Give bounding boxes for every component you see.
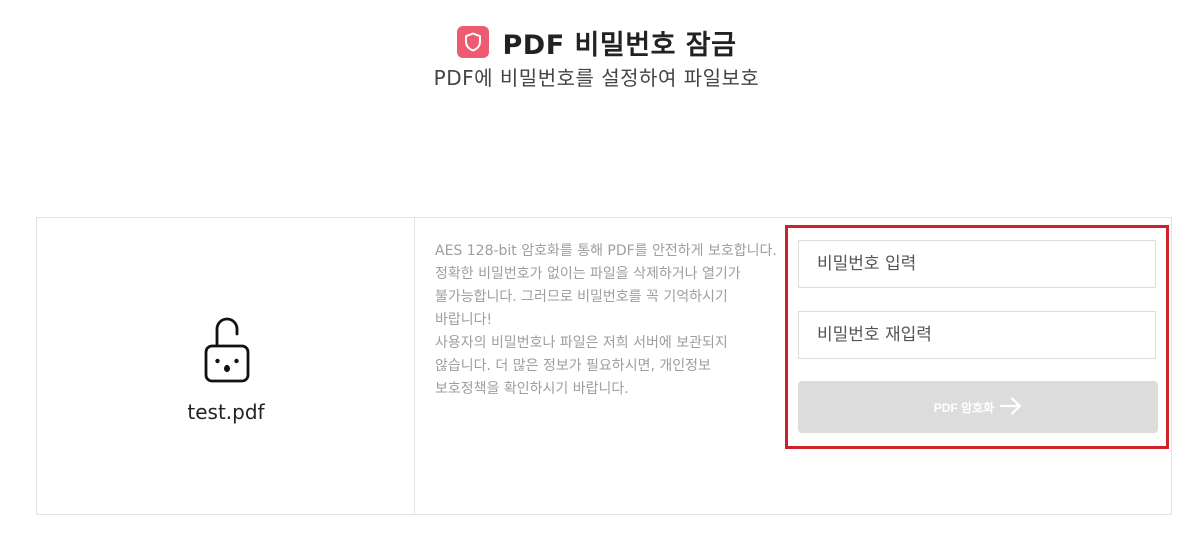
arrow-right-icon <box>1000 396 1022 418</box>
shield-icon <box>456 26 489 58</box>
page-title: PDF 비밀번호 잠금 <box>502 29 737 61</box>
password-form: PDF 암호화 <box>785 225 1169 449</box>
page-subtitle: PDF에 비밀번호를 설정하여 파일보호 <box>433 66 760 90</box>
file-name: test.pdf <box>187 400 265 424</box>
title-row: PDF 비밀번호 잠금 <box>0 24 1193 61</box>
encrypt-panel: test.pdf AES 128-bit 암호화를 통해 PDF를 안전하게 보… <box>36 217 1172 515</box>
encryption-info: AES 128-bit 암호화를 통해 PDF를 안전하게 보호합니다. 정확한… <box>435 240 777 401</box>
encrypt-button-label: PDF 암호화 <box>933 400 995 415</box>
page-header: PDF 비밀번호 잠금 PDF에 비밀번호를 설정하여 파일보호 <box>0 24 1193 91</box>
file-preview: test.pdf <box>37 218 415 514</box>
unlocked-padlock-icon <box>203 312 251 388</box>
info-paragraph: 사용자의 비밀번호나 파일은 저희 서버에 보관되지 않습니다. 더 많은 정보… <box>435 335 728 397</box>
info-paragraph: AES 128-bit 암호화를 통해 PDF를 안전하게 보호합니다. 정확한… <box>435 243 777 328</box>
password-input[interactable] <box>798 240 1156 288</box>
encrypt-pdf-button[interactable]: PDF 암호화 <box>798 381 1158 433</box>
password-confirm-input[interactable] <box>798 311 1156 359</box>
